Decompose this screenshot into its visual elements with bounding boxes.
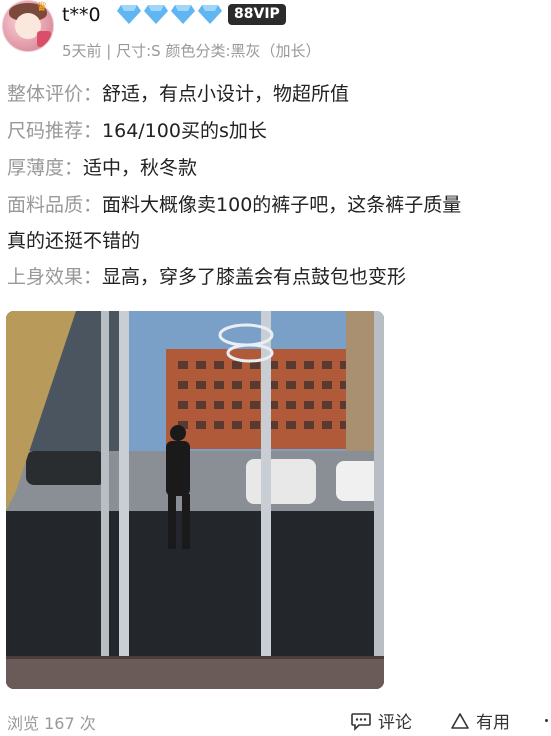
username[interactable]: t**0 — [62, 4, 101, 26]
view-count: 浏览 167 次 — [7, 714, 96, 733]
diamond-level — [116, 3, 223, 25]
review-line-fabric-cont: 真的还挺不错的 — [7, 229, 140, 253]
review-photo[interactable] — [6, 311, 384, 689]
review-line-thickness: 厚薄度：适中，秋冬款 — [7, 156, 197, 180]
review-line-size: 尺码推荐：164/100买的s加长 — [7, 119, 267, 143]
useful-button[interactable]: 有用 — [450, 708, 510, 733]
review-label: 上身效果： — [7, 266, 103, 288]
comment-label: 评论 — [378, 713, 412, 733]
review-text: 适中，秋冬款 — [83, 157, 198, 179]
review-line-fabric: 面料品质：面料大概像卖100的裤子吧，这条裤子质量 — [7, 193, 461, 217]
vip-badge: 88VIP — [228, 4, 286, 25]
avatar-cup — [37, 31, 51, 47]
triangle-up-icon — [451, 712, 469, 729]
review-label: 厚薄度： — [7, 157, 84, 179]
review-label: 面料品质： — [7, 194, 103, 216]
review-text: 显高，穿多了膝盖会有点鼓包也变形 — [102, 266, 407, 288]
review-text: 舒适，有点小设计，物超所值 — [102, 83, 350, 105]
useful-label: 有用 — [476, 713, 510, 733]
review-text: 164/100买的s加长 — [102, 120, 267, 142]
crown-icon: ♛ — [36, 0, 48, 15]
diamond-icon — [117, 5, 141, 24]
comment-button[interactable]: 评论 — [350, 708, 412, 733]
review-meta: 5天前 | 尺寸:S 颜色分类:黑灰（加长） — [62, 42, 321, 60]
review-label: 尺码推荐： — [7, 120, 103, 142]
review-label: 整体评价： — [7, 83, 103, 105]
diamond-icon — [144, 5, 168, 24]
review-line-overall: 整体评价：舒适，有点小设计，物超所值 — [7, 82, 349, 106]
review-line-effect: 上身效果：显高，穿多了膝盖会有点鼓包也变形 — [7, 265, 406, 289]
diamond-icon — [171, 5, 195, 24]
more-options-icon[interactable] — [545, 719, 548, 722]
comment-icon — [351, 712, 371, 731]
review-text: 真的还挺不错的 — [7, 230, 141, 252]
diamond-icon — [198, 5, 222, 24]
review-text: 面料大概像卖100的裤子吧，这条裤子质量 — [102, 194, 462, 216]
photo-scene — [6, 311, 384, 689]
